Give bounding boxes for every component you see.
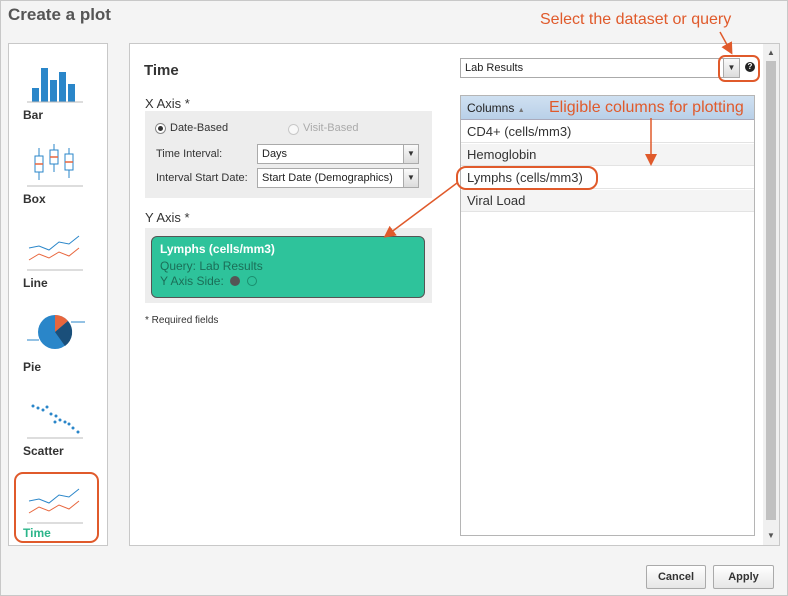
measure-side-label: Y Axis Side: — [160, 274, 224, 288]
dialog-title: Create a plot — [8, 5, 111, 24]
interval-start-date-value: Start Date (Demographics) — [262, 172, 393, 184]
left-axis-side-icon[interactable] — [230, 276, 241, 286]
annotation-select-dataset: Select the dataset or query — [540, 11, 732, 28]
chart-type-box[interactable]: Box — [15, 142, 101, 216]
columns-header-label: Columns — [467, 101, 515, 115]
chart-type-bar[interactable]: Bar — [15, 58, 101, 132]
line-chart-icon — [27, 235, 83, 271]
time-interval-value: Days — [262, 148, 288, 160]
chart-type-label: Pie — [23, 360, 42, 374]
measure-name: Lymphs (cells/mm3) — [160, 242, 275, 256]
time-interval-label: Time Interval: — [156, 148, 223, 160]
chart-type-label: Line — [23, 276, 48, 290]
chevron-down-icon[interactable]: ▼ — [403, 169, 418, 187]
scroll-thumb[interactable] — [766, 61, 776, 520]
chart-type-label: Box — [23, 192, 46, 206]
x-axis-label: X Axis * — [145, 96, 190, 111]
interval-start-date-select[interactable]: Start Date (Demographics) ▼ — [257, 168, 419, 188]
scroll-down-arrow-icon[interactable]: ▼ — [763, 529, 779, 543]
time-chart-icon — [27, 488, 83, 524]
apply-button[interactable]: Apply — [713, 565, 774, 589]
chart-type-scatter[interactable]: Scatter — [15, 394, 101, 468]
query-select[interactable]: Lab Results — [460, 58, 740, 78]
column-item[interactable]: CD4+ (cells/mm3) — [461, 121, 754, 143]
visit-based-radio[interactable] — [288, 124, 299, 135]
date-based-radio[interactable] — [155, 123, 166, 134]
cancel-button[interactable]: Cancel — [646, 565, 706, 589]
measure-query: Query: Lab Results — [160, 259, 263, 273]
column-item[interactable]: Hemoglobin — [461, 144, 754, 166]
chart-type-label: Bar — [23, 108, 44, 122]
annotation-eligible-columns: Eligible columns for plotting — [549, 99, 744, 116]
pie-chart-icon — [27, 314, 85, 349]
chart-type-line[interactable]: Line — [15, 226, 101, 300]
scroll-up-arrow-icon[interactable]: ▲ — [763, 46, 779, 60]
annotation-highlight-ring — [456, 166, 598, 190]
y-axis-measure-card[interactable]: Lymphs (cells/mm3) Query: Lab Results Y … — [151, 236, 425, 298]
chart-type-pie[interactable]: Pie — [15, 310, 101, 384]
plot-type-title: Time — [144, 62, 179, 79]
chart-type-label: Scatter — [23, 444, 64, 458]
bar-chart-icon — [27, 68, 83, 103]
chart-type-time[interactable]: Time — [14, 472, 99, 543]
columns-grid: Columns ▲ CD4+ (cells/mm3) Hemoglobin Ly… — [460, 95, 755, 536]
interval-start-date-label: Interval Start Date: — [156, 172, 248, 184]
sort-asc-icon: ▲ — [517, 107, 525, 114]
date-based-label: Date-Based — [170, 122, 229, 134]
column-item[interactable]: Viral Load — [461, 190, 754, 212]
box-plot-icon — [27, 144, 83, 187]
annotation-highlight-ring — [718, 55, 760, 82]
required-fields-note: * Required fields — [145, 315, 219, 326]
chart-type-label: Time — [23, 526, 51, 540]
scatter-plot-icon — [27, 404, 83, 439]
query-select-value: Lab Results — [465, 62, 524, 74]
time-interval-select[interactable]: Days ▼ — [257, 144, 419, 164]
chevron-down-icon[interactable]: ▼ — [403, 145, 418, 163]
main-scrollbar[interactable]: ▲ ▼ — [763, 44, 779, 545]
y-axis-label: Y Axis * — [145, 210, 190, 225]
measure-side-row: Y Axis Side: — [160, 274, 424, 288]
visit-based-label: Visit-Based — [303, 122, 359, 134]
right-axis-side-icon[interactable] — [246, 276, 257, 286]
